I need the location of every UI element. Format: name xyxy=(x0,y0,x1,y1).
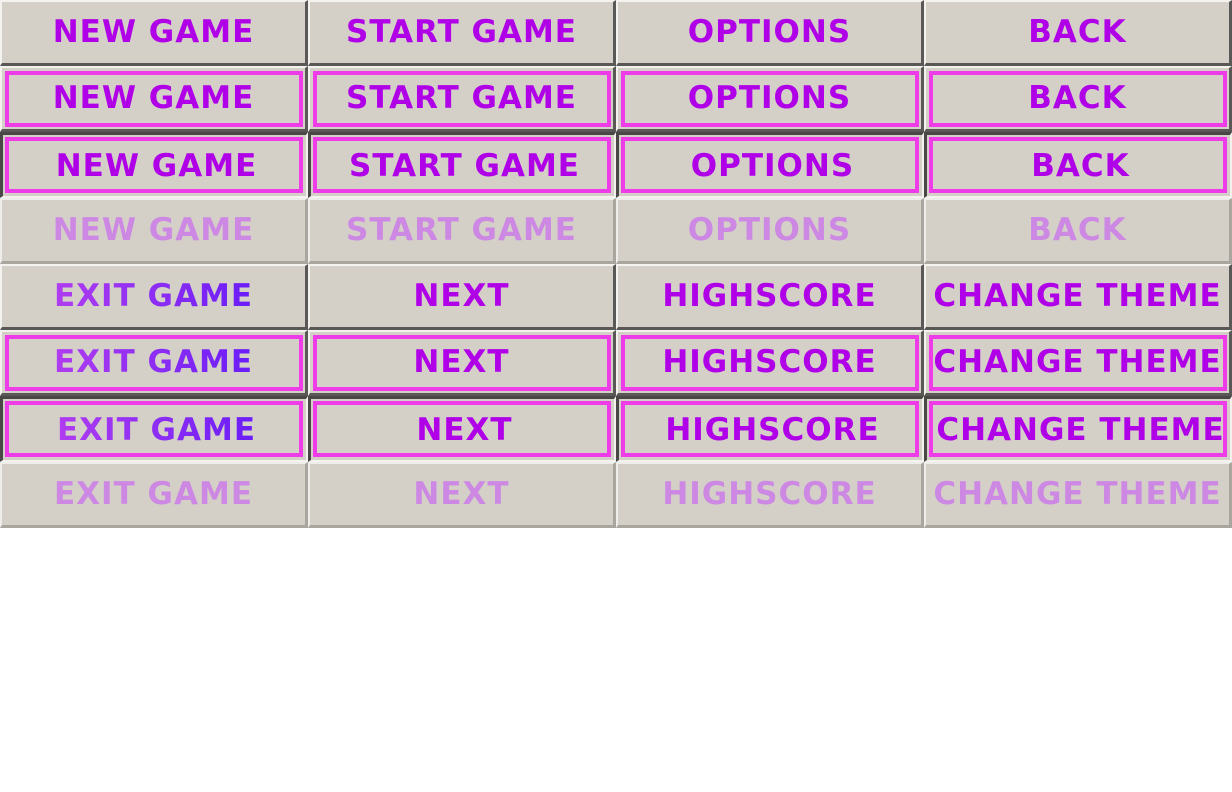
back-label: BACK xyxy=(1028,212,1127,248)
new-game-label: NEW GAME xyxy=(52,212,255,248)
back-button-pressed[interactable]: BACK xyxy=(924,132,1232,198)
button-sprite-sheet: NEW GAME START GAME OPTIONS BACK NEW GAM… xyxy=(0,0,1232,528)
start-game-label: START GAME xyxy=(346,80,577,116)
highscore-button-normal[interactable]: HIGHSCORE xyxy=(616,264,924,330)
start-game-label: START GAME xyxy=(346,14,577,50)
next-label: NEXT xyxy=(413,278,510,314)
button-row-set-b-normal: EXIT GAME NEXT HIGHSCORE CHANGE THEME xyxy=(0,264,1232,330)
next-button-normal[interactable]: NEXT xyxy=(308,264,616,330)
options-button-normal[interactable]: OPTIONS xyxy=(616,0,924,66)
change-theme-label: CHANGE THEME xyxy=(933,476,1222,512)
highscore-label: HIGHSCORE xyxy=(662,278,877,314)
highscore-button-hover[interactable]: HIGHSCORE xyxy=(616,330,924,396)
button-row-set-b-disabled: EXIT GAME NEXT HIGHSCORE CHANGE THEME xyxy=(0,462,1232,528)
change-theme-button-hover[interactable]: CHANGE THEME xyxy=(924,330,1232,396)
start-game-button-pressed[interactable]: START GAME xyxy=(308,132,616,198)
options-label: OPTIONS xyxy=(687,14,852,50)
change-theme-button-pressed[interactable]: CHANGE THEME xyxy=(924,396,1232,462)
exit-game-label: EXIT GAME xyxy=(53,344,253,380)
button-row-set-a-hover: NEW GAME START GAME OPTIONS BACK xyxy=(0,66,1232,132)
back-button-normal[interactable]: BACK xyxy=(924,0,1232,66)
back-label: BACK xyxy=(1028,14,1127,50)
highscore-label: HIGHSCORE xyxy=(662,344,877,380)
exit-game-label: EXIT GAME xyxy=(53,476,253,512)
back-button-disabled: BACK xyxy=(924,198,1232,264)
new-game-label: NEW GAME xyxy=(55,148,258,184)
options-label: OPTIONS xyxy=(687,212,852,248)
change-theme-label: CHANGE THEME xyxy=(936,412,1225,448)
options-label: OPTIONS xyxy=(690,148,855,184)
back-label: BACK xyxy=(1028,80,1127,116)
new-game-button-hover[interactable]: NEW GAME xyxy=(0,66,308,132)
highscore-button-pressed[interactable]: HIGHSCORE xyxy=(616,396,924,462)
back-label: BACK xyxy=(1031,148,1130,184)
highscore-label: HIGHSCORE xyxy=(662,476,877,512)
button-row-set-b-hover: EXIT GAME NEXT HIGHSCORE CHANGE THEME xyxy=(0,330,1232,396)
start-game-label: START GAME xyxy=(346,212,577,248)
exit-game-button-hover[interactable]: EXIT GAME xyxy=(0,330,308,396)
exit-game-label: EXIT GAME xyxy=(53,278,253,314)
start-game-button-disabled: START GAME xyxy=(308,198,616,264)
options-label: OPTIONS xyxy=(687,80,852,116)
options-button-pressed[interactable]: OPTIONS xyxy=(616,132,924,198)
button-row-set-a-disabled: NEW GAME START GAME OPTIONS BACK xyxy=(0,198,1232,264)
back-button-hover[interactable]: BACK xyxy=(924,66,1232,132)
new-game-button-pressed[interactable]: NEW GAME xyxy=(0,132,308,198)
change-theme-button-normal[interactable]: CHANGE THEME xyxy=(924,264,1232,330)
start-game-button-normal[interactable]: START GAME xyxy=(308,0,616,66)
exit-game-label: EXIT GAME xyxy=(56,412,256,448)
exit-game-button-normal[interactable]: EXIT GAME xyxy=(0,264,308,330)
button-row-set-a-pressed: NEW GAME START GAME OPTIONS BACK xyxy=(0,132,1232,198)
new-game-button-normal[interactable]: NEW GAME xyxy=(0,0,308,66)
button-row-set-b-pressed: EXIT GAME NEXT HIGHSCORE CHANGE THEME xyxy=(0,396,1232,462)
new-game-label: NEW GAME xyxy=(52,80,255,116)
next-label: NEXT xyxy=(413,476,510,512)
change-theme-label: CHANGE THEME xyxy=(933,344,1222,380)
new-game-label: NEW GAME xyxy=(52,14,255,50)
change-theme-label: CHANGE THEME xyxy=(933,278,1222,314)
options-button-hover[interactable]: OPTIONS xyxy=(616,66,924,132)
exit-game-button-pressed[interactable]: EXIT GAME xyxy=(0,396,308,462)
change-theme-button-disabled: CHANGE THEME xyxy=(924,462,1232,528)
new-game-button-disabled: NEW GAME xyxy=(0,198,308,264)
exit-game-button-disabled: EXIT GAME xyxy=(0,462,308,528)
start-game-label: START GAME xyxy=(349,148,580,184)
next-button-pressed[interactable]: NEXT xyxy=(308,396,616,462)
options-button-disabled: OPTIONS xyxy=(616,198,924,264)
next-label: NEXT xyxy=(416,412,513,448)
next-button-hover[interactable]: NEXT xyxy=(308,330,616,396)
button-row-set-a-normal: NEW GAME START GAME OPTIONS BACK xyxy=(0,0,1232,66)
start-game-button-hover[interactable]: START GAME xyxy=(308,66,616,132)
next-label: NEXT xyxy=(413,344,510,380)
highscore-label: HIGHSCORE xyxy=(665,412,880,448)
next-button-disabled: NEXT xyxy=(308,462,616,528)
highscore-button-disabled: HIGHSCORE xyxy=(616,462,924,528)
